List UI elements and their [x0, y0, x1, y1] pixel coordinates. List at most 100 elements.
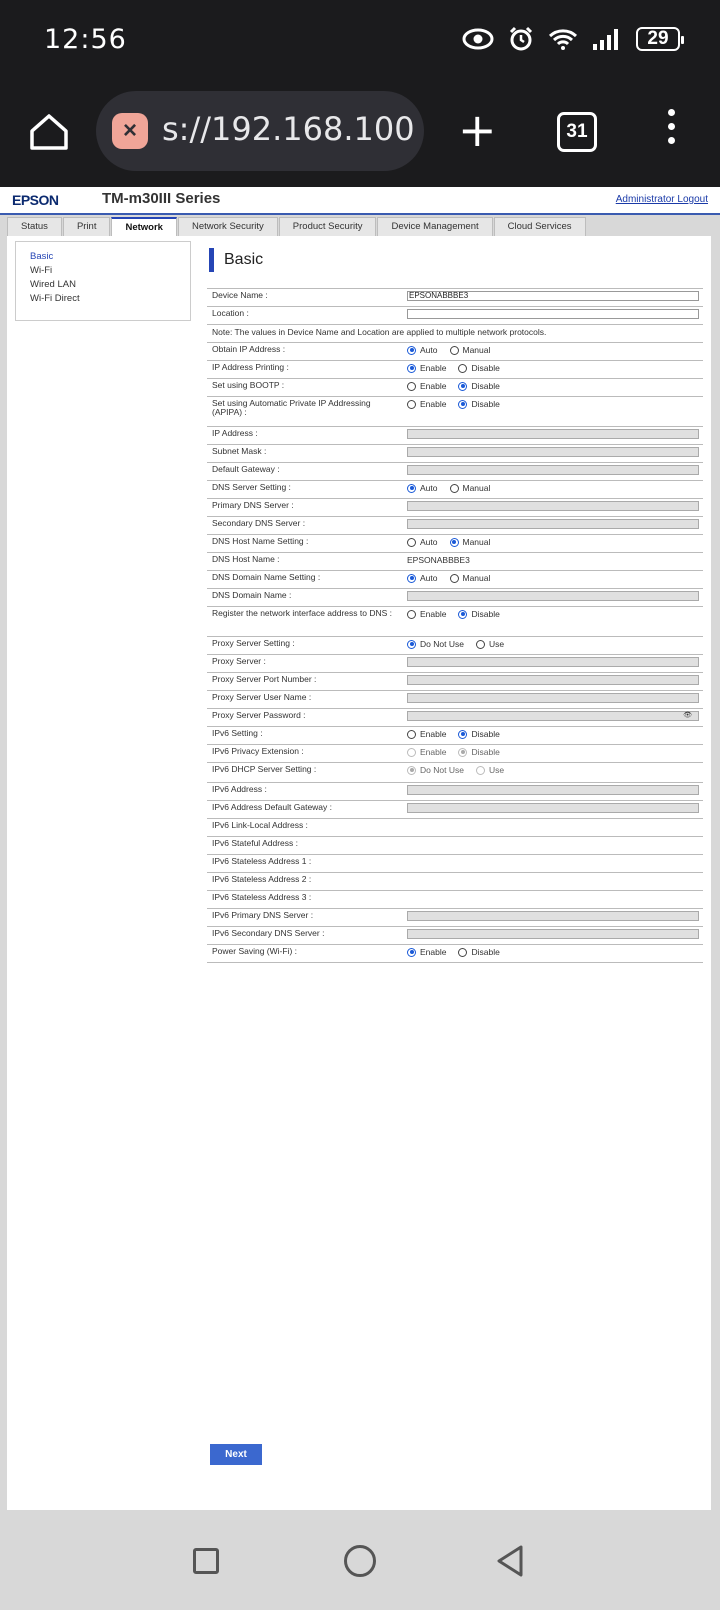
- proxy-server-setting-option-do-not-use[interactable]: Do Not Use: [407, 639, 464, 649]
- row-ipv6-stateless-address-2: IPv6 Stateless Address 2 :: [207, 873, 703, 891]
- radio-button[interactable]: [475, 639, 485, 649]
- next-button[interactable]: Next: [210, 1444, 262, 1465]
- tab-status[interactable]: Status: [7, 217, 62, 236]
- radio-button[interactable]: [449, 345, 459, 355]
- radio-label: Enable: [420, 363, 447, 373]
- proxy-server-password-input[interactable]: 👁: [407, 711, 699, 721]
- default-gateway-input[interactable]: [407, 465, 699, 475]
- power-saving-wi-fi-option-disable[interactable]: Disable: [458, 947, 500, 957]
- radio-button[interactable]: [407, 363, 416, 373]
- row-ipv6-link-local-address: IPv6 Link-Local Address :: [207, 819, 703, 837]
- radio-button[interactable]: [458, 381, 468, 391]
- home-icon[interactable]: [26, 109, 72, 155]
- radio-button[interactable]: [407, 729, 416, 739]
- ipv6-setting-option-enable[interactable]: Enable: [407, 729, 446, 739]
- sidebar-item-wired-lan[interactable]: Wired LAN: [30, 279, 190, 290]
- radio-button[interactable]: [407, 399, 416, 409]
- secondary-dns-server-input[interactable]: [407, 519, 699, 529]
- dns-host-name-setting-option-auto[interactable]: Auto: [407, 537, 438, 547]
- radio-button[interactable]: [407, 537, 416, 547]
- set-using-bootp-option-enable[interactable]: Enable: [407, 381, 446, 391]
- ipv6-address-default-gateway-input[interactable]: [407, 803, 699, 813]
- register-the-network-interface-address-to-dns-option-disable[interactable]: Disable: [458, 609, 500, 619]
- ipv6-setting-option-disable[interactable]: Disable: [458, 729, 500, 739]
- obtain-ip-address-option-manual[interactable]: Manual: [449, 345, 490, 355]
- subnet-mask-input[interactable]: [407, 447, 699, 457]
- sidebar-item-wi-fi-direct[interactable]: Wi-Fi Direct: [30, 293, 190, 304]
- ip-address-printing-option-disable[interactable]: Disable: [458, 363, 500, 373]
- radio-button[interactable]: [458, 729, 468, 739]
- radio-button[interactable]: [449, 483, 459, 493]
- radio-button[interactable]: [407, 345, 416, 355]
- radio-button[interactable]: [407, 381, 416, 391]
- dns-server-setting-option-manual[interactable]: Manual: [449, 483, 490, 493]
- row-power-saving-wi-fi: Power Saving (Wi-Fi) : Enable Disable: [207, 945, 703, 963]
- radio-button[interactable]: [407, 573, 416, 583]
- row-ipv6-stateless-address-3: IPv6 Stateless Address 3 :: [207, 891, 703, 909]
- field-label: Secondary DNS Server :: [212, 518, 306, 528]
- dns-domain-name-input[interactable]: [407, 591, 699, 601]
- radio-button[interactable]: [449, 537, 459, 547]
- row-dns-host-name: DNS Host Name : EPSONABBBE3: [207, 553, 703, 571]
- tab-cloud-services[interactable]: Cloud Services: [493, 217, 586, 236]
- url-text[interactable]: s://192.168.100.70: [162, 110, 416, 148]
- field-label: Set using BOOTP :: [212, 380, 285, 390]
- dns-domain-name-setting-option-auto[interactable]: Auto: [407, 573, 438, 583]
- new-tab-button[interactable]: +: [458, 107, 497, 153]
- back-icon[interactable]: [494, 1544, 526, 1578]
- row-dns-domain-name-setting: DNS Domain Name Setting : Auto Manual: [207, 571, 703, 589]
- proxy-server-user-name-input[interactable]: [407, 693, 699, 703]
- tab-network[interactable]: Network: [111, 217, 177, 238]
- address-bar[interactable]: × s://192.168.100.70: [96, 91, 424, 171]
- tab-device-management[interactable]: Device Management: [377, 217, 493, 236]
- radio-button[interactable]: [458, 609, 468, 619]
- primary-dns-server-input[interactable]: [407, 501, 699, 511]
- proxy-server-setting-option-use[interactable]: Use: [475, 639, 504, 649]
- set-using-automatic-private-ip-addressing-apipa-option-enable[interactable]: Enable: [407, 399, 446, 409]
- field-value: Do Not Use Use: [407, 765, 699, 775]
- more-menu-icon[interactable]: [666, 109, 676, 149]
- obtain-ip-address-option-auto[interactable]: Auto: [407, 345, 438, 355]
- show-password-icon[interactable]: 👁: [683, 712, 692, 720]
- ipv6-address-input[interactable]: [407, 785, 699, 795]
- radio-button[interactable]: [458, 947, 468, 957]
- radio-button[interactable]: [458, 363, 468, 373]
- set-using-bootp-option-disable[interactable]: Disable: [458, 381, 500, 391]
- sidebar-item-basic[interactable]: Basic: [30, 251, 190, 262]
- register-the-network-interface-address-to-dns-option-enable[interactable]: Enable: [407, 609, 446, 619]
- sidebar-item-wi-fi[interactable]: Wi-Fi: [30, 265, 190, 276]
- browser-toolbar: × s://192.168.100.70 + 31: [0, 85, 720, 187]
- set-using-automatic-private-ip-addressing-apipa-option-disable[interactable]: Disable: [458, 399, 500, 409]
- tab-switcher-button[interactable]: 31: [557, 112, 597, 152]
- admin-logout-link[interactable]: Administrator Logout: [616, 194, 708, 205]
- radio-button[interactable]: [458, 399, 468, 409]
- field-label: IPv6 DHCP Server Setting :: [212, 764, 317, 774]
- tab-print[interactable]: Print: [62, 217, 111, 236]
- recents-icon[interactable]: [193, 1548, 219, 1574]
- dns-server-setting-option-auto[interactable]: Auto: [407, 483, 438, 493]
- device-name-input[interactable]: EPSONABBBE3: [407, 291, 699, 301]
- radio-button[interactable]: [449, 573, 459, 583]
- home-nav-icon[interactable]: [344, 1545, 376, 1577]
- ipv6-secondary-dns-server-input[interactable]: [407, 929, 699, 939]
- proxy-server-port-number-input[interactable]: [407, 675, 699, 685]
- tab-product-security[interactable]: Product Security: [278, 217, 377, 236]
- location-input[interactable]: [407, 309, 699, 319]
- proxy-server-input[interactable]: [407, 657, 699, 667]
- insecure-icon[interactable]: ×: [112, 113, 148, 149]
- alarm-icon: [509, 26, 533, 51]
- dns-domain-name-setting-option-manual[interactable]: Manual: [449, 573, 490, 583]
- radio-button[interactable]: [407, 639, 416, 649]
- tab-network-security[interactable]: Network Security: [177, 217, 278, 236]
- clock: 12:56: [44, 24, 127, 55]
- radio-button[interactable]: [407, 609, 416, 619]
- radio-button[interactable]: [407, 483, 416, 493]
- ip-address-input[interactable]: [407, 429, 699, 439]
- dns-host-name-setting-option-manual[interactable]: Manual: [449, 537, 490, 547]
- radio-button[interactable]: [407, 947, 416, 957]
- ip-address-printing-option-enable[interactable]: Enable: [407, 363, 446, 373]
- power-saving-wi-fi-option-enable[interactable]: Enable: [407, 947, 446, 957]
- radio-label: Auto: [420, 483, 438, 493]
- ipv6-primary-dns-server-input[interactable]: [407, 911, 699, 921]
- radio-label: Auto: [420, 345, 438, 355]
